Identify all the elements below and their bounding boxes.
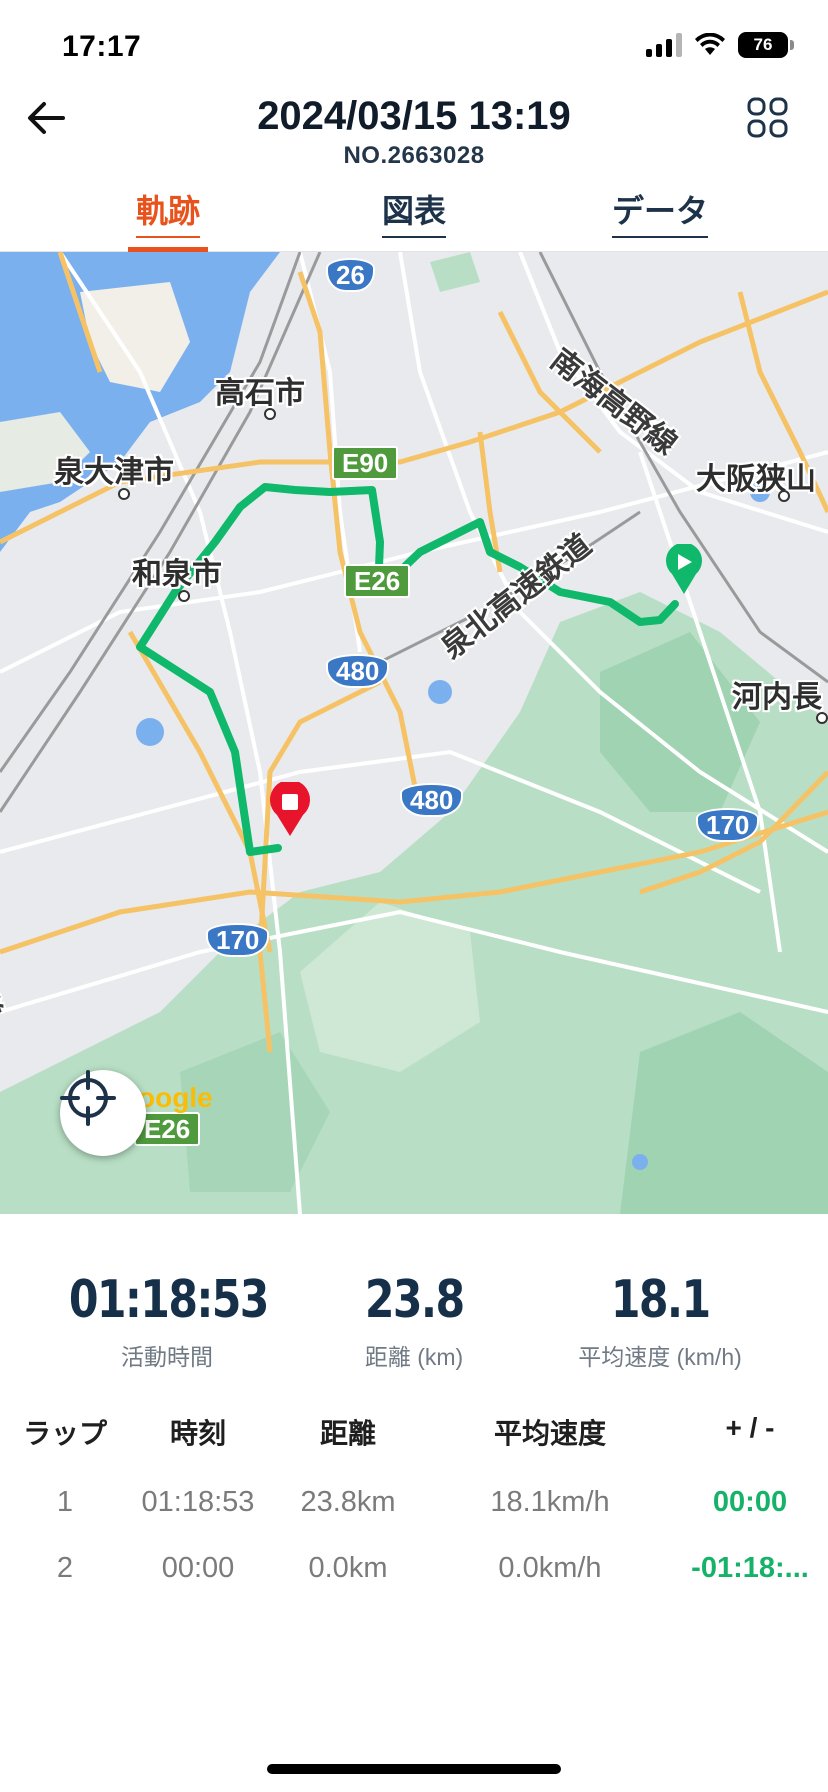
tab-chart[interactable]: 図表: [364, 186, 464, 252]
lap-table: ラップ 時刻 距離 平均速度 + / - 1 01:18:53 23.8km 1…: [0, 1412, 828, 1610]
column-header: 時刻: [169, 1418, 226, 1449]
place-label: 和泉市: [132, 558, 222, 591]
cellular-signal-icon: [646, 33, 682, 57]
column-header: ラップ: [22, 1418, 107, 1449]
route-map[interactable]: 高石市 泉大津市 和泉市 大阪狭山 河内長 南海高野線 泉北高速鉄道 鉄道 26…: [0, 252, 828, 1214]
activity-number: NO.2663028: [343, 142, 485, 169]
lap-time: 01:18:53: [141, 1486, 255, 1518]
battery-icon: 76: [738, 32, 794, 58]
google-logo: oogle: [138, 1082, 213, 1113]
place-label: 泉大津市: [54, 456, 174, 489]
road-shield: 26: [326, 258, 375, 292]
crosshair-icon: [60, 1070, 116, 1126]
lap-number: 2: [56, 1552, 74, 1584]
status-icons: 76: [646, 32, 794, 58]
wifi-icon: [695, 33, 725, 55]
place-dot: [118, 488, 130, 500]
stat-activity-time: 01:18:53 活動時間: [68, 1270, 270, 1370]
lap-average-speed: 18.1km/h: [490, 1486, 610, 1518]
road-shield: 170: [206, 923, 270, 957]
summary-stats: 01:18:53 活動時間 23.8 距離 (km) 18.1 平均速度 (km…: [0, 1270, 828, 1380]
lap-time: 00:00: [161, 1552, 235, 1584]
lap-number: 1: [56, 1486, 74, 1518]
road-shield: E90: [332, 446, 399, 480]
lap-difference: 00:00: [712, 1486, 788, 1518]
place-dot: [178, 590, 190, 602]
map-canvas: [0, 252, 828, 1214]
status-bar: 17:17 76: [0, 0, 828, 100]
column-header: 平均速度: [493, 1418, 606, 1449]
status-time: 17:17: [62, 30, 142, 63]
locate-button[interactable]: [60, 1070, 146, 1156]
road-shield: 480: [400, 783, 464, 817]
page-title: 2024/03/15 13:19: [257, 94, 571, 138]
grid-menu-button[interactable]: [746, 96, 790, 140]
stop-marker-icon[interactable]: [268, 782, 312, 838]
tab-track[interactable]: 軌跡: [118, 186, 218, 252]
grid-menu-icon: [747, 97, 788, 138]
lap-distance: 0.0km: [308, 1552, 388, 1584]
lap-distance: 23.8km: [300, 1486, 396, 1518]
lap-difference: -01:18:...: [691, 1552, 809, 1584]
place-label: 高石市: [215, 377, 305, 410]
play-marker-icon[interactable]: [664, 544, 704, 596]
place-dot: [264, 408, 276, 420]
home-indicator[interactable]: [267, 1764, 561, 1774]
tab-bar: 軌跡 図表 データ: [0, 186, 828, 252]
place-label: 河内長: [732, 681, 822, 714]
battery-level: 76: [738, 32, 788, 58]
road-shield: 480: [326, 654, 390, 688]
stat-average-speed: 18.1 平均速度 (km/h): [578, 1270, 742, 1370]
lap-average-speed: 0.0km/h: [498, 1552, 602, 1584]
tab-data[interactable]: データ: [600, 186, 720, 252]
lap-table-header: ラップ 時刻 距離 平均速度 + / -: [0, 1412, 828, 1478]
stat-distance: 23.8 距離 (km): [364, 1270, 465, 1370]
column-header: + / -: [725, 1412, 775, 1443]
header: 2024/03/15 13:19 NO.2663028: [0, 88, 828, 176]
column-header: 距離: [319, 1418, 376, 1449]
table-row[interactable]: 2 00:00 0.0km 0.0km/h -01:18:...: [0, 1544, 828, 1610]
road-shield: E26: [344, 564, 411, 598]
place-dot: [816, 712, 828, 724]
table-row[interactable]: 1 01:18:53 23.8km 18.1km/h 00:00: [0, 1478, 828, 1544]
road-shield: 170: [696, 808, 760, 842]
place-label: 大阪狭山: [696, 463, 816, 496]
place-dot: [778, 490, 790, 502]
